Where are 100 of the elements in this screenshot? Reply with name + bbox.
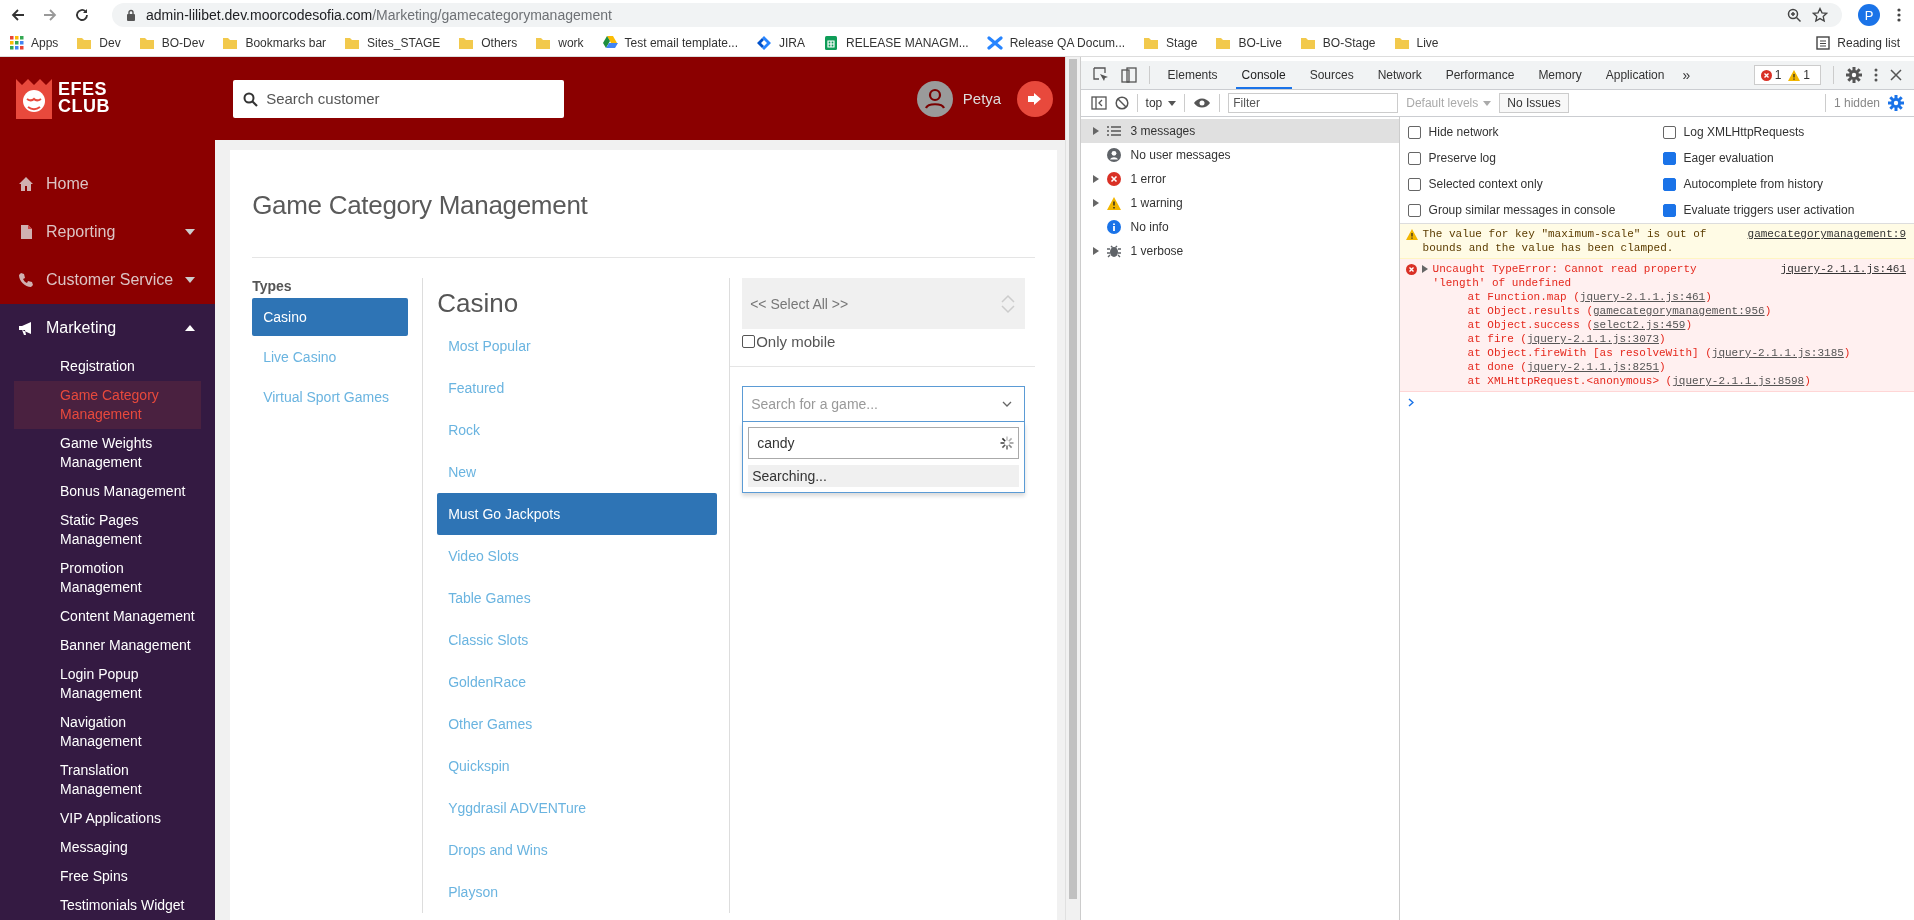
devtools-tab[interactable]: Console <box>1235 61 1292 89</box>
nav-item[interactable]: Home <box>0 160 216 208</box>
bookmark[interactable]: Bookmarks bar <box>222 36 327 50</box>
source-link[interactable]: jquery-2.1.1.js:3185 <box>1711 347 1844 359</box>
bookmark[interactable]: BO-Dev <box>138 36 205 50</box>
submenu-item[interactable]: Testimonials Widget <box>14 891 202 920</box>
prompt-chevron-icon[interactable] <box>1407 398 1414 407</box>
eye-icon[interactable] <box>1193 97 1212 109</box>
source-link[interactable]: jquery-2.1.1.js:8251 <box>1527 361 1659 373</box>
source-link[interactable]: jquery-2.1.1.js:8598 <box>1672 375 1805 387</box>
search-input[interactable]: candy <box>748 427 1020 459</box>
source-link[interactable]: jquery-2.1.1.js:461 <box>1780 262 1906 276</box>
bookmark[interactable]: Sites_STAGE <box>344 36 441 50</box>
devtools-tab[interactable]: Sources <box>1303 61 1360 89</box>
message-filter-item[interactable]: 3 messages <box>1080 119 1399 143</box>
zoom-icon[interactable] <box>1786 7 1802 23</box>
submenu-item[interactable]: Banner Management <box>14 631 202 660</box>
category-item[interactable]: Must Go Jackpots <box>437 493 718 535</box>
sidebar-toggle-icon[interactable] <box>1090 96 1107 110</box>
message-filter-item[interactable]: 1 verbose <box>1080 239 1399 263</box>
checkbox[interactable] <box>1662 177 1676 191</box>
setting-label[interactable]: Preserve log <box>1428 151 1496 165</box>
profile-avatar[interactable]: P <box>1858 4 1880 26</box>
bookmark[interactable]: JIRA <box>756 35 805 51</box>
message-filter-item[interactable]: No user messages <box>1080 143 1399 167</box>
submenu-item[interactable]: Messaging <box>14 833 202 862</box>
reload-icon[interactable] <box>74 7 90 23</box>
settings-icon[interactable] <box>1846 67 1862 83</box>
submenu-item[interactable]: Promotion Management <box>14 554 202 602</box>
devtools-tab[interactable]: Elements <box>1161 61 1224 89</box>
type-item[interactable]: Casino <box>252 298 409 336</box>
source-link[interactable]: jquery-2.1.1.js:461 <box>1579 291 1706 303</box>
submenu-item[interactable]: Registration <box>14 352 202 381</box>
bookmark[interactable]: Others <box>458 36 518 50</box>
menu-icon[interactable] <box>1896 7 1902 23</box>
submenu-item[interactable]: Free Spins <box>14 862 202 891</box>
checkbox-label[interactable]: Only mobile <box>756 333 836 350</box>
more-vertical-icon[interactable] <box>1874 67 1878 83</box>
checkbox[interactable] <box>1407 151 1421 165</box>
devtools-tab[interactable]: Network <box>1371 61 1428 89</box>
address-bar[interactable]: admin-lilibet.dev.moorcodesofia.com/Marketing/gamecategorymanagement <box>112 3 1842 27</box>
submenu-item[interactable]: Game Weights Management <box>14 429 202 477</box>
setting-label[interactable]: Evaluate triggers user activation <box>1683 203 1855 217</box>
back-arrow-icon[interactable] <box>10 7 26 23</box>
close-icon[interactable] <box>1890 69 1902 81</box>
bookmark[interactable]: Release QA Docum... <box>986 35 1126 51</box>
bookmark[interactable]: BO-Stage <box>1299 36 1376 50</box>
source-link[interactable]: jquery-2.1.1.js:3073 <box>1527 333 1659 345</box>
issue-counter[interactable]: 1 1 <box>1753 65 1821 85</box>
devtools-tab[interactable]: Performance <box>1439 61 1521 89</box>
source-link[interactable]: gamecategorymanagement:9 <box>1747 227 1906 241</box>
clear-icon[interactable] <box>1114 96 1129 110</box>
checkbox[interactable] <box>1662 125 1676 139</box>
nav-item[interactable]: Reporting <box>0 208 216 256</box>
checkbox[interactable] <box>1407 203 1421 217</box>
setting-label[interactable]: Hide network <box>1428 125 1499 139</box>
device-icon[interactable] <box>1120 67 1137 83</box>
message-filter-item[interactable]: No info <box>1080 215 1399 239</box>
expand-triangle-icon[interactable] <box>1421 265 1428 273</box>
bookmark[interactable]: Dev <box>76 36 121 50</box>
bookmark[interactable]: Live <box>1393 36 1439 50</box>
scrollbar-thumb[interactable] <box>1068 59 1077 899</box>
submenu-item[interactable]: Content Management <box>14 602 202 631</box>
logout-button[interactable] <box>1017 80 1054 117</box>
nav-item[interactable]: Customer Service <box>0 256 216 304</box>
submenu-item[interactable]: Navigation Management <box>14 708 202 756</box>
setting-label[interactable]: Group similar messages in console <box>1428 203 1616 217</box>
setting-label[interactable]: Eager evaluation <box>1683 151 1774 165</box>
devtools-tab[interactable]: Application <box>1599 61 1671 89</box>
submenu-item[interactable]: Bonus Management <box>14 477 202 506</box>
user-name[interactable]: Petya <box>962 90 1002 107</box>
message-filter-item[interactable]: 1 warning <box>1080 191 1399 215</box>
reading-list-button[interactable]: Reading list <box>1816 36 1900 50</box>
source-link[interactable]: select2.js:459 <box>1593 319 1686 331</box>
source-link[interactable]: gamecategorymanagement:956 <box>1593 305 1765 317</box>
bookmark[interactable]: RELEASE MANAGM... <box>823 35 969 51</box>
bookmark[interactable]: work <box>535 36 584 50</box>
submenu-item[interactable]: Game Category Management <box>14 381 202 429</box>
checkbox[interactable] <box>1407 177 1421 191</box>
search-field[interactable]: Search customer <box>233 79 565 118</box>
submenu-item[interactable]: VIP Applications <box>14 804 202 833</box>
context-selector[interactable]: top <box>1145 96 1177 110</box>
bookmark[interactable]: Apps <box>10 36 59 50</box>
user-avatar-icon[interactable] <box>916 80 953 117</box>
devtools-tab[interactable]: Memory <box>1532 61 1588 89</box>
settings-icon[interactable] <box>1888 95 1904 111</box>
bookmark[interactable]: BO-Live <box>1215 36 1282 50</box>
select-all-list[interactable]: << Select All >> <box>742 278 1026 329</box>
submenu-item[interactable]: Static Pages Management <box>14 506 202 554</box>
submenu-item[interactable]: Login Popup Management <box>14 660 202 708</box>
setting-label[interactable]: Log XMLHttpRequests <box>1683 125 1805 139</box>
inspect-icon[interactable] <box>1092 67 1109 83</box>
bookmark[interactable]: Stage <box>1143 36 1198 50</box>
checkbox[interactable] <box>742 335 756 348</box>
submenu-item[interactable]: Translation Management <box>14 756 202 804</box>
issues-button[interactable]: No Issues <box>1499 93 1569 113</box>
message-filter-item[interactable]: 1 error <box>1080 167 1399 191</box>
setting-label[interactable]: Selected context only <box>1428 177 1543 191</box>
nav-item[interactable]: Marketing <box>0 304 216 352</box>
forward-arrow-icon[interactable] <box>42 7 58 23</box>
